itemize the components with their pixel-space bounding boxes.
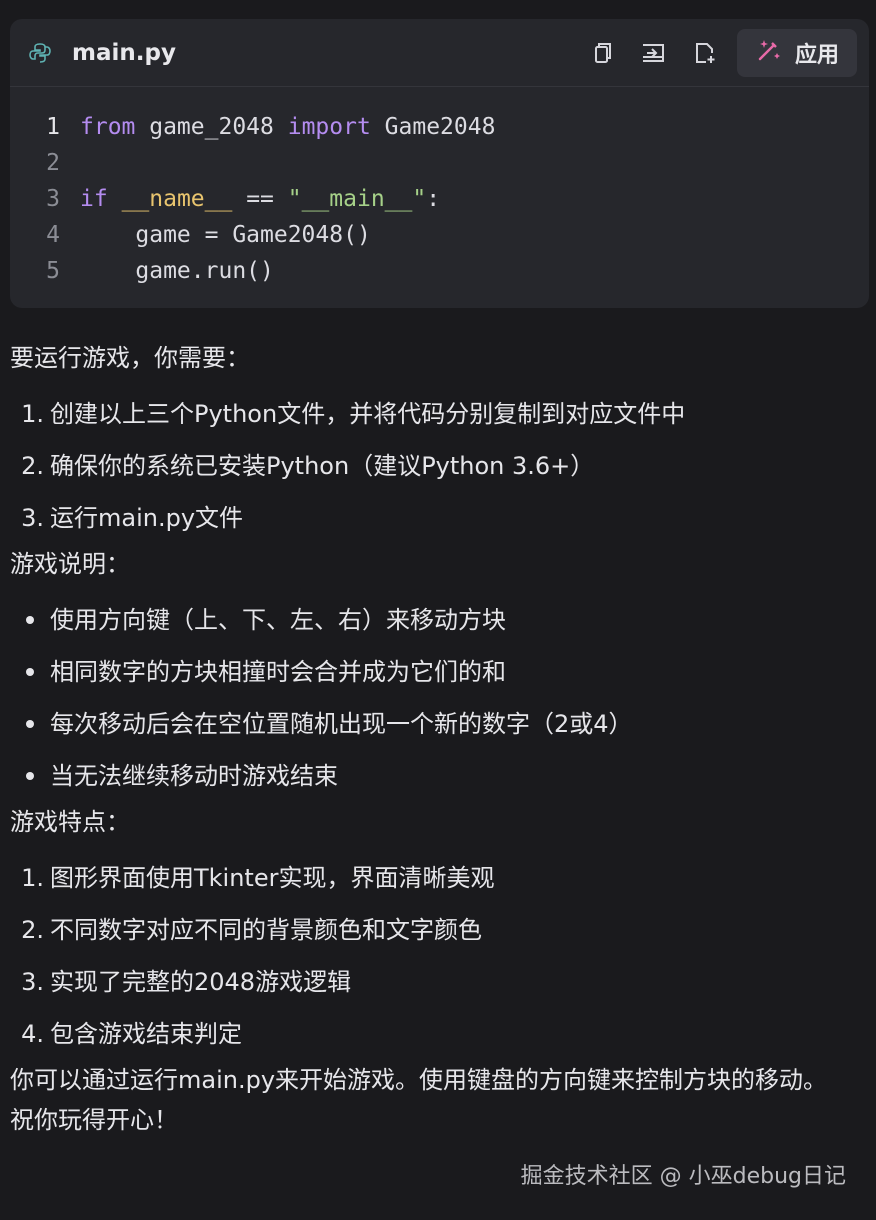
- instructions-list: 使用方向键（上、下、左、右）来移动方块 相同数字的方块相撞时会合并成为它们的和 …: [10, 594, 860, 802]
- code-token: __name__: [121, 186, 233, 212]
- code-line: 3 if __name__ == "__main__":: [10, 181, 869, 217]
- code-token: from: [80, 114, 136, 140]
- run-steps-list: 1. 创建以上三个Python文件，并将代码分别复制到对应文件中 2. 确保你的系统…: [10, 388, 860, 544]
- list-item: 2. 不同数字对应不同的背景颜色和文字颜色: [21, 916, 482, 944]
- line-number: 3: [46, 186, 60, 212]
- features-heading: 游戏特点：: [10, 808, 130, 836]
- features-list: 1. 图形界面使用Tkinter实现，界面清晰美观 2. 不同数字对应不同的背景颜色…: [10, 852, 860, 1060]
- copy-icon[interactable]: [579, 31, 623, 75]
- list-item: 每次移动后会在空位置随机出现一个新的数字（2或4）: [10, 698, 860, 750]
- response-text: 要运行游戏，你需要： 1. 创建以上三个Python文件，并将代码分别复制到对应文…: [10, 338, 860, 1140]
- code-filename: main.py: [72, 39, 176, 66]
- list-item: 3. 运行main.py文件: [21, 504, 244, 532]
- list-item: 使用方向键（上、下、左、右）来移动方块: [10, 594, 860, 646]
- code-line: 4 game = Game2048(): [10, 217, 869, 253]
- magic-wand-icon: [755, 36, 783, 70]
- code-line: 5 game.run(): [10, 253, 869, 289]
- code-lines: 1 from game_2048 import Game2048 2 3 if __na…: [10, 87, 869, 289]
- code-token: game = Game2048(): [80, 222, 371, 248]
- list-item: 相同数字的方块相撞时会合并成为它们的和: [10, 646, 860, 698]
- apply-label: 应用: [794, 42, 839, 68]
- code-token: Game2048: [370, 114, 496, 140]
- instructions-heading: 游戏说明：: [10, 550, 130, 578]
- list-item: 当无法继续移动时游戏结束: [10, 750, 860, 802]
- code-line: 2: [10, 145, 869, 181]
- code-token: "__main__": [287, 186, 427, 212]
- code-token: game.run(): [80, 258, 274, 284]
- list-item: 1. 图形界面使用Tkinter实现，界面清晰美观: [21, 864, 495, 892]
- list-item: 3. 实现了完整的2048游戏逻辑: [21, 968, 352, 996]
- line-number: 2: [46, 150, 60, 176]
- code-line: 1 from game_2048 import Game2048: [10, 109, 869, 145]
- insert-icon[interactable]: [631, 31, 675, 75]
- apply-button[interactable]: 应用: [737, 28, 857, 77]
- closing-text: 你可以通过运行main.py来开始游戏。使用键盘的方向键来控制方块的移动。祝你玩…: [10, 1066, 828, 1134]
- python-file-icon: [28, 41, 52, 65]
- code-token: if: [80, 186, 108, 212]
- new-file-icon[interactable]: [683, 31, 727, 75]
- list-item: 1. 创建以上三个Python文件，并将代码分别复制到对应文件中: [21, 400, 686, 428]
- code-token: ==: [232, 186, 288, 212]
- line-number: 1: [46, 114, 60, 140]
- intro-text: 要运行游戏，你需要：: [10, 344, 250, 372]
- code-token: :: [426, 186, 441, 212]
- list-item: 2. 确保你的系统已安装Python（建议Python 3.6+）: [21, 452, 595, 480]
- code-token: import: [287, 114, 371, 140]
- watermark: 掘金技术社区 @ 小巫debug日记: [520, 1164, 846, 1189]
- code-block-header: main.py 应用: [10, 19, 869, 87]
- code-block: main.py 应用 1 from game_2048 import Game20…: [10, 19, 869, 308]
- line-number: 4: [46, 222, 60, 248]
- list-item: 4. 包含游戏结束判定: [21, 1020, 242, 1048]
- line-number: 5: [46, 258, 60, 284]
- code-token: game_2048: [135, 114, 288, 140]
